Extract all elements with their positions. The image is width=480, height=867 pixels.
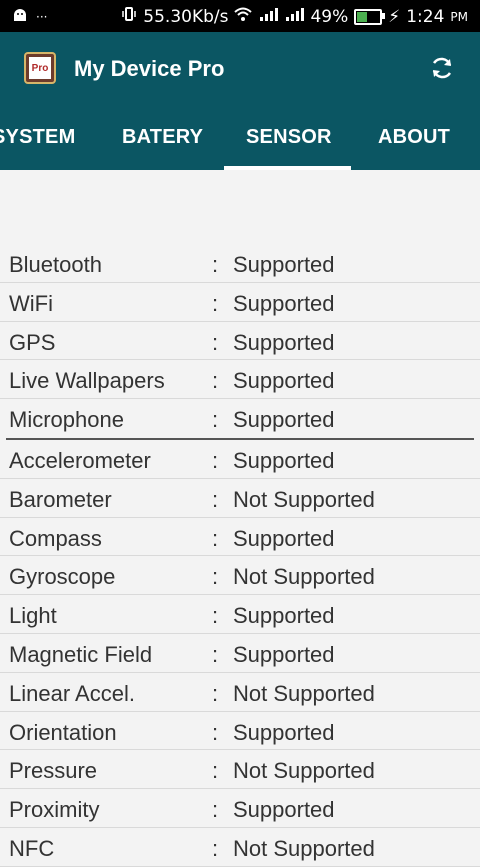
separator: : (212, 835, 219, 861)
sensor-name: NFC (9, 835, 55, 861)
sensor-name: Orientation (9, 719, 117, 745)
sensor-name: Linear Accel. (9, 680, 135, 706)
sensor-name: Gyroscope (9, 564, 116, 590)
tab-sensor[interactable]: SENSOR (246, 126, 332, 149)
sensor-status: Not Supported (233, 486, 375, 512)
list-item: Orientation: Supported (0, 712, 480, 751)
app-bar: Pro My Device Pro (0, 32, 480, 104)
sensor-status: Not Supported (233, 564, 375, 590)
tab-system[interactable]: SYSTEM (0, 126, 75, 149)
sensor-status: Supported (233, 525, 335, 551)
status-bar: ··· 55.30Kb/s 49% ⚡ 1:24 PM (0, 0, 480, 32)
sensor-status: Supported (233, 368, 335, 394)
sensor-name: Microphone (9, 407, 124, 433)
list-item: Compass: Supported (0, 518, 480, 557)
separator: : (212, 603, 219, 629)
clock: 1:24 (406, 6, 445, 27)
sensor-status: Supported (233, 719, 335, 745)
app-title: My Device Pro (74, 56, 225, 81)
sensor-name: Proximity (9, 797, 100, 823)
list-item: WiFi: Supported (0, 283, 480, 322)
sensor-name: Pressure (9, 758, 98, 784)
more-icon: ··· (36, 9, 48, 24)
separator: : (212, 486, 219, 512)
list-item: Gyroscope: Not Supported (0, 556, 480, 596)
list-item: Bluetooth: Supported (0, 244, 480, 283)
battery-percent: 49% (310, 6, 349, 27)
sensor-status: Supported (233, 407, 335, 433)
sensor-list: Bluetooth: Supported WiFi: Supported GPS: S… (0, 244, 480, 867)
signal-icon-2 (284, 6, 305, 27)
list-item: Linear Accel.: Not Supported (0, 673, 480, 712)
separator: : (212, 252, 219, 277)
separator: : (212, 719, 219, 745)
tab-about[interactable]: ABOUT (378, 126, 450, 149)
sensor-status: Supported (233, 603, 335, 629)
battery-fill (357, 11, 368, 22)
separator: : (212, 329, 219, 355)
sensor-status: Not Supported (233, 680, 375, 706)
list-item: Live Wallpapers: Supported (0, 360, 480, 400)
refresh-button[interactable] (426, 52, 458, 84)
list-item: Light: Supported (0, 595, 480, 634)
sensor-status: Supported (233, 329, 335, 355)
refresh-icon (432, 57, 452, 79)
sensor-name: Light (9, 603, 57, 629)
sensor-status: Supported (233, 447, 335, 473)
separator: : (212, 680, 219, 706)
sensor-status: Supported (233, 797, 335, 823)
list-item: Barometer: Not Supported (0, 479, 480, 518)
app-logo-chip: Pro (29, 57, 51, 79)
sensor-name: Live Wallpapers (9, 368, 165, 394)
separator: : (212, 407, 219, 433)
battery-icon (354, 8, 386, 25)
clock-ampm: PM (450, 9, 468, 24)
sensor-name: WiFi (9, 290, 53, 316)
sensor-name: Compass (9, 525, 102, 551)
list-item: GPS: Supported (0, 322, 480, 361)
tab-indicator (224, 166, 351, 170)
separator: : (212, 290, 219, 316)
list-item: Microphone: Supported (0, 399, 480, 438)
separator: : (212, 368, 219, 394)
android-icon (12, 6, 28, 27)
tab-battery[interactable]: BATERY (122, 126, 203, 149)
separator: : (212, 525, 219, 551)
sensor-name: Accelerometer (9, 447, 151, 473)
sensor-name: GPS (9, 329, 56, 355)
list-item: Accelerometer: Supported (0, 440, 480, 479)
charging-icon: ⚡ (388, 6, 401, 27)
sensor-status: Supported (233, 252, 335, 277)
sensor-status: Not Supported (233, 758, 375, 784)
separator: : (212, 758, 219, 784)
separator: : (212, 564, 219, 590)
separator: : (212, 641, 219, 667)
separator: : (212, 797, 219, 823)
separator: : (212, 447, 219, 473)
tab-bar: SYSTEM BATERY SENSOR ABOUT (0, 104, 480, 170)
sensor-name: Magnetic Field (9, 641, 153, 667)
wifi-icon (234, 6, 253, 27)
vibrate-icon (121, 6, 137, 27)
list-item: Proximity: Supported (0, 789, 480, 828)
list-item: NFC: Not Supported (0, 828, 480, 867)
list-item: Magnetic Field: Supported (0, 634, 480, 673)
sensor-name: Barometer (9, 486, 112, 512)
sensor-status: Supported (233, 641, 335, 667)
sensor-status: Supported (233, 290, 335, 316)
network-speed: 55.30Kb/s (143, 6, 229, 27)
app-logo: Pro (24, 52, 56, 84)
list-item: Pressure: Not Supported (0, 750, 480, 790)
sensor-status: Not Supported (233, 835, 375, 861)
sensor-name: Bluetooth (9, 252, 102, 277)
signal-icon (258, 6, 279, 27)
